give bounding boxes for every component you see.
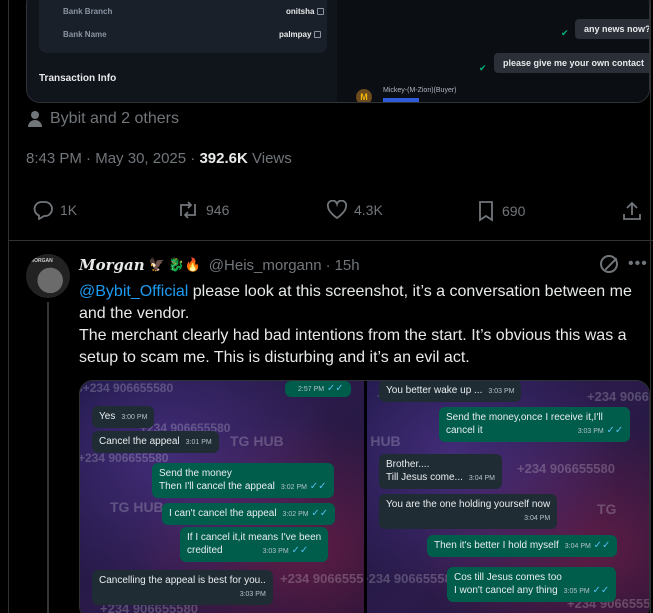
p2p-chat-panel: ✔ any news now? ✔ please give me your ow… xyxy=(339,0,649,102)
reply-header: Morgan 🦅 🐉🔥 @Heis_morgann · 15h xyxy=(79,256,360,274)
copy-icon xyxy=(317,8,325,16)
bookmark-icon xyxy=(479,201,493,222)
watermark: +234 906655580 xyxy=(367,571,459,586)
tweet-media-image[interactable]: Bank Branch onitsha Bank Name palmpay Tr… xyxy=(26,0,650,103)
chat-bubble: I can't cancel the appeal 3:02 PM ✓✓ xyxy=(162,503,336,525)
repost-button[interactable]: 946 xyxy=(176,200,229,220)
more-icon[interactable]: ••• xyxy=(628,255,648,273)
bank-name-label: Bank Name xyxy=(63,30,107,39)
column-border-left xyxy=(8,0,9,613)
reply-age[interactable]: 15h xyxy=(335,257,360,274)
sent-check-icon: ✔ xyxy=(561,28,569,38)
reposted-by-text: Bybit and 2 others xyxy=(50,110,179,127)
chat-bubble: Brother.... Till Jesus come... 3:04 PM xyxy=(379,454,502,489)
mention-link[interactable]: @Bybit_Official xyxy=(79,283,188,300)
like-button[interactable]: 4.3K xyxy=(326,200,383,220)
bank-details-panel: Bank Branch onitsha Bank Name palmpay Tr… xyxy=(27,0,337,102)
chat-bubble: Send the money Then I'll cancel the appea… xyxy=(152,463,334,498)
tweet-time[interactable]: 8:43 PM xyxy=(26,150,82,167)
bookmark-count: 690 xyxy=(502,203,526,219)
watermark: +234 906655580 xyxy=(280,571,364,586)
chat-message: any news now? xyxy=(575,19,649,39)
column-border-right xyxy=(650,0,651,613)
thread-line xyxy=(47,302,49,613)
avatar[interactable]: MORGAN xyxy=(26,254,70,298)
reply-icon xyxy=(33,201,53,220)
sent-check-icon: ✔ xyxy=(479,63,487,73)
chat-bubble: Cancel the appeal 3:01 PM xyxy=(92,431,219,453)
tweet-timestamp: 8:43 PM · May 30, 2025 · 392.6K Views xyxy=(26,150,292,167)
bank-branch-label: Bank Branch xyxy=(63,7,113,16)
chat-bubble: 2:57 PM ✓✓ xyxy=(285,381,351,397)
reply-text-2: The merchant clearly had bad intentions … xyxy=(79,327,627,366)
chat-screenshot-left: 3+234 906655580 +234 906655580 TG HUB +2… xyxy=(80,381,364,613)
repost-count: 946 xyxy=(206,202,230,218)
chat-bubble: Then it's better I hold myself 3:04 PM ✓✓ xyxy=(427,535,618,557)
reply-count: 1K xyxy=(60,202,78,218)
chat-bubble: Cos till Jesus comes too I won't cancel a… xyxy=(447,567,617,602)
chat-screenshot-right: +234 906655580 +234 906655580 TG HUB +23… xyxy=(367,381,649,613)
reply-handle[interactable]: @Heis_morgann xyxy=(209,257,322,274)
tweet-divider xyxy=(8,240,653,241)
watermark: +234 906655580 xyxy=(517,461,615,476)
views-label: Views xyxy=(252,150,292,167)
grok-icon[interactable] xyxy=(600,255,618,273)
name-emojis: 🦅 🐉🔥 xyxy=(148,257,201,272)
buyer-avatar: M xyxy=(356,89,372,102)
views-count: 392.6K xyxy=(199,150,248,167)
tweet-date[interactable]: May 30, 2025 xyxy=(95,150,186,167)
chat-bubble: You better wake up ... 3:03 PM xyxy=(379,381,522,402)
bank-name-value: palmpay xyxy=(279,30,322,39)
bank-card: Bank Branch onitsha Bank Name palmpay xyxy=(39,0,327,53)
watermark: 3+234 906655580 xyxy=(80,381,174,395)
social-context[interactable]: Bybit and 2 others xyxy=(28,110,179,128)
chat-bubble: Cancelling the appeal is best for you.. 3… xyxy=(92,570,273,605)
share-button[interactable] xyxy=(622,200,642,222)
chat-bubble: You are the one holding yourself now 3:04… xyxy=(379,494,558,529)
chat-bubble: If I cancel it,it means I've been credite… xyxy=(180,527,329,562)
watermark: +234 906655580 xyxy=(587,389,649,404)
chat-bubble: Yes 3:00 PM xyxy=(92,406,155,428)
chat-bubble: Send the money,once I receive it,I'll can… xyxy=(439,407,631,442)
avatar-text: MORGAN xyxy=(30,258,53,264)
watermark: TG HUB xyxy=(230,433,284,449)
copy-icon xyxy=(314,31,322,39)
bookmark-button[interactable]: 690 xyxy=(476,200,525,222)
transaction-info-heading: Transaction Info xyxy=(39,73,117,84)
watermark: TG xyxy=(597,501,617,517)
watermark: TG HUB xyxy=(367,433,401,449)
watermark: TG HUB xyxy=(110,499,164,515)
reply-display-name[interactable]: Morgan xyxy=(79,256,145,274)
heart-icon xyxy=(326,200,348,220)
reply-body: @Bybit_Official please look at this scre… xyxy=(79,281,645,369)
like-count: 4.3K xyxy=(354,202,383,218)
tweet-action-bar: 1K 946 4.3K 690 xyxy=(26,200,646,228)
buyer-badge xyxy=(383,98,419,102)
reply-button[interactable]: 1K xyxy=(32,200,77,220)
person-icon xyxy=(28,111,42,127)
reply-media[interactable]: 3+234 906655580 +234 906655580 TG HUB +2… xyxy=(79,380,650,613)
buyer-name: Mickey-(M-Zion)(Buyer) xyxy=(383,87,457,94)
bank-branch-value: onitsha xyxy=(286,7,325,16)
repost-icon xyxy=(180,201,196,219)
chat-message: please give me your own contact xyxy=(494,53,649,73)
share-icon xyxy=(623,201,641,220)
